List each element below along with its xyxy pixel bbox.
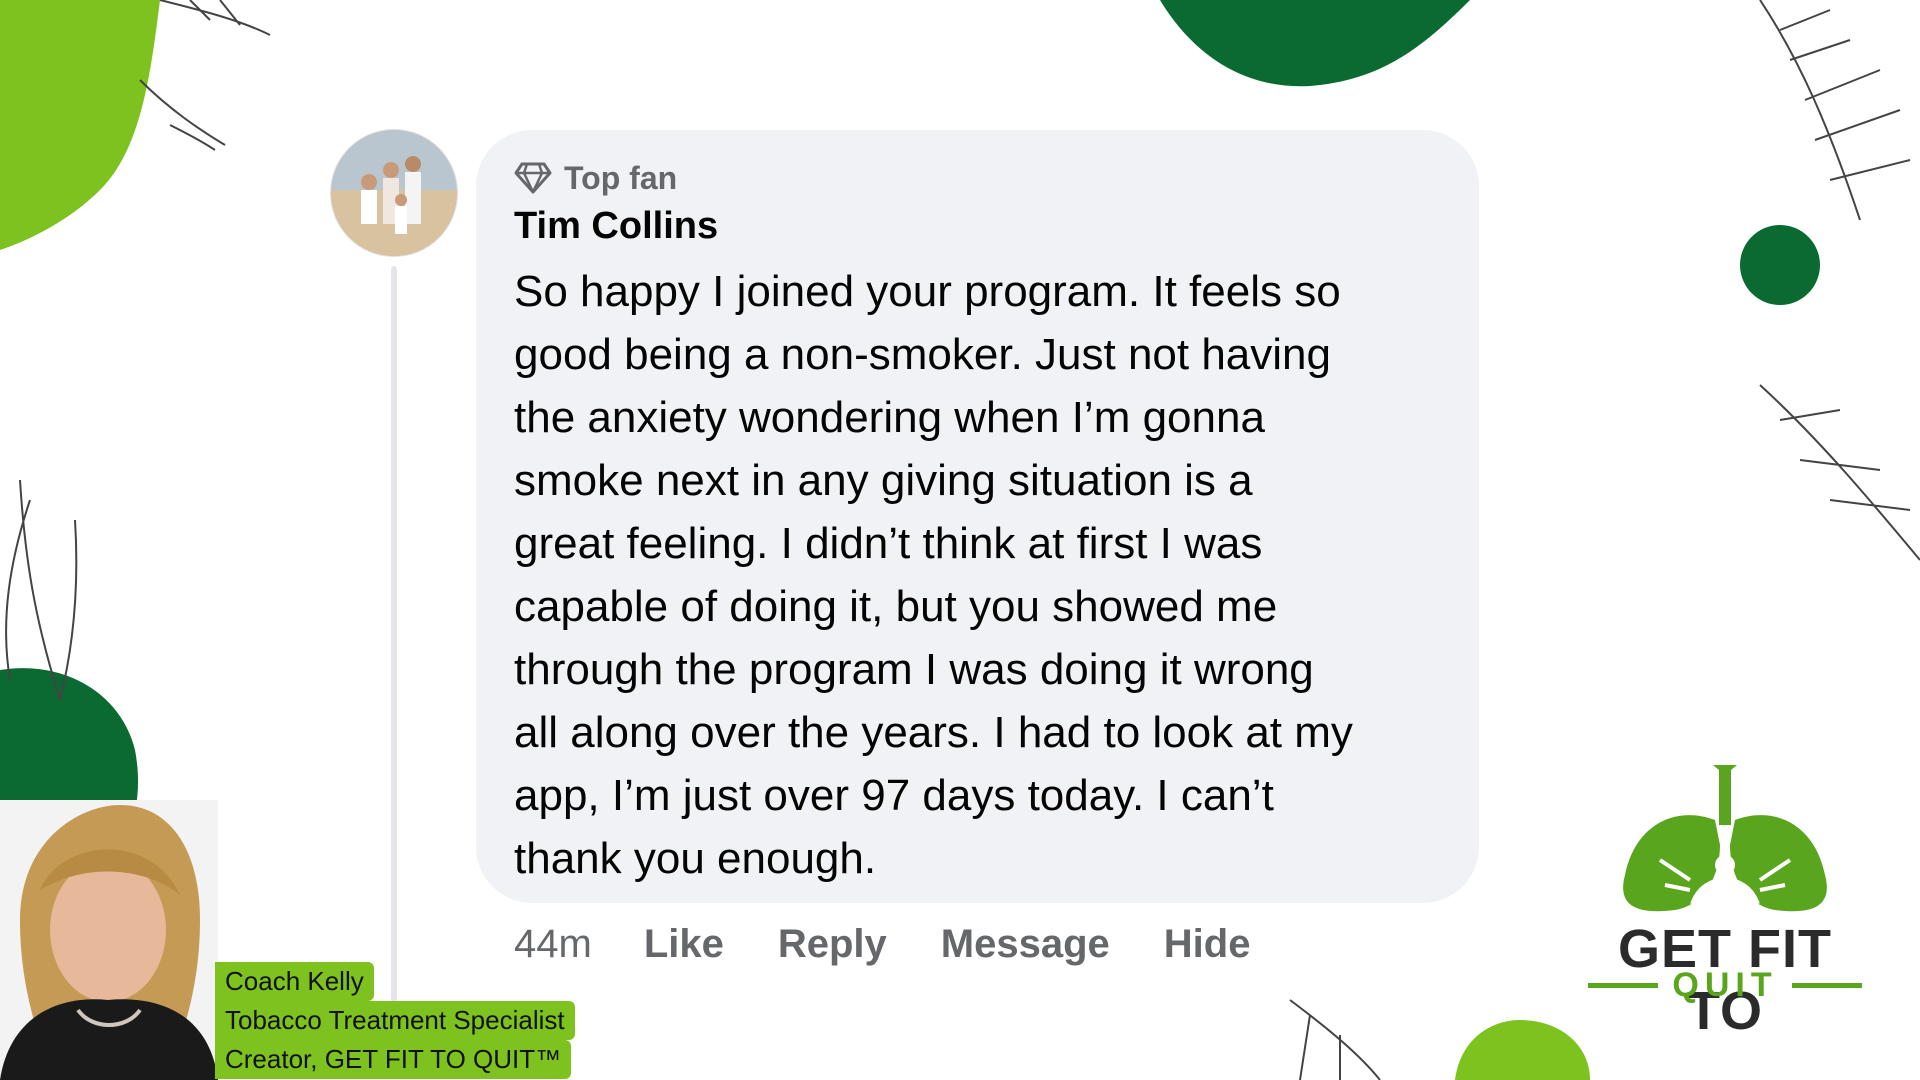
coach-role: Creator, GET FIT TO QUIT™ [215, 1040, 572, 1079]
logo-quit-text: QUIT [1672, 966, 1778, 1004]
coach-caption: Coach Kelly Tobacco Treatment Specialist… [215, 962, 575, 1079]
logo-subtext: QUIT [1575, 966, 1875, 1005]
commenter-avatar[interactable] [331, 130, 457, 256]
comment-text: So happy I joined your program. It feels… [514, 267, 1353, 883]
top-fan-badge: Top fan [514, 158, 677, 198]
like-button[interactable]: Like [644, 922, 724, 967]
message-button[interactable]: Message [941, 922, 1110, 967]
logo-left-dash [1588, 983, 1659, 988]
comment-author[interactable]: Tim Collins [514, 205, 718, 248]
right-dark-dot [1740, 225, 1820, 305]
hide-button[interactable]: Hide [1164, 922, 1251, 967]
reply-button[interactable]: Reply [778, 922, 887, 967]
top-center-dark-blob [1160, 0, 1470, 87]
badge-label: Top fan [564, 159, 678, 196]
diamond-icon [514, 162, 552, 194]
avatar-photo-illustration [331, 130, 457, 256]
logo-right-dash [1791, 983, 1862, 988]
comment-actions: 44m Like Reply Message Hide [514, 918, 1304, 970]
comment-timestamp[interactable]: 44m [514, 922, 592, 967]
top-left-green-blob [0, 0, 160, 250]
coach-title: Tobacco Treatment Specialist [215, 1001, 575, 1040]
bottom-green-blob [1455, 1020, 1590, 1080]
coach-portrait-illustration [0, 800, 218, 1080]
coach-name: Coach Kelly [215, 962, 374, 1001]
thread-line [391, 266, 397, 1002]
coach-photo [0, 800, 218, 1080]
